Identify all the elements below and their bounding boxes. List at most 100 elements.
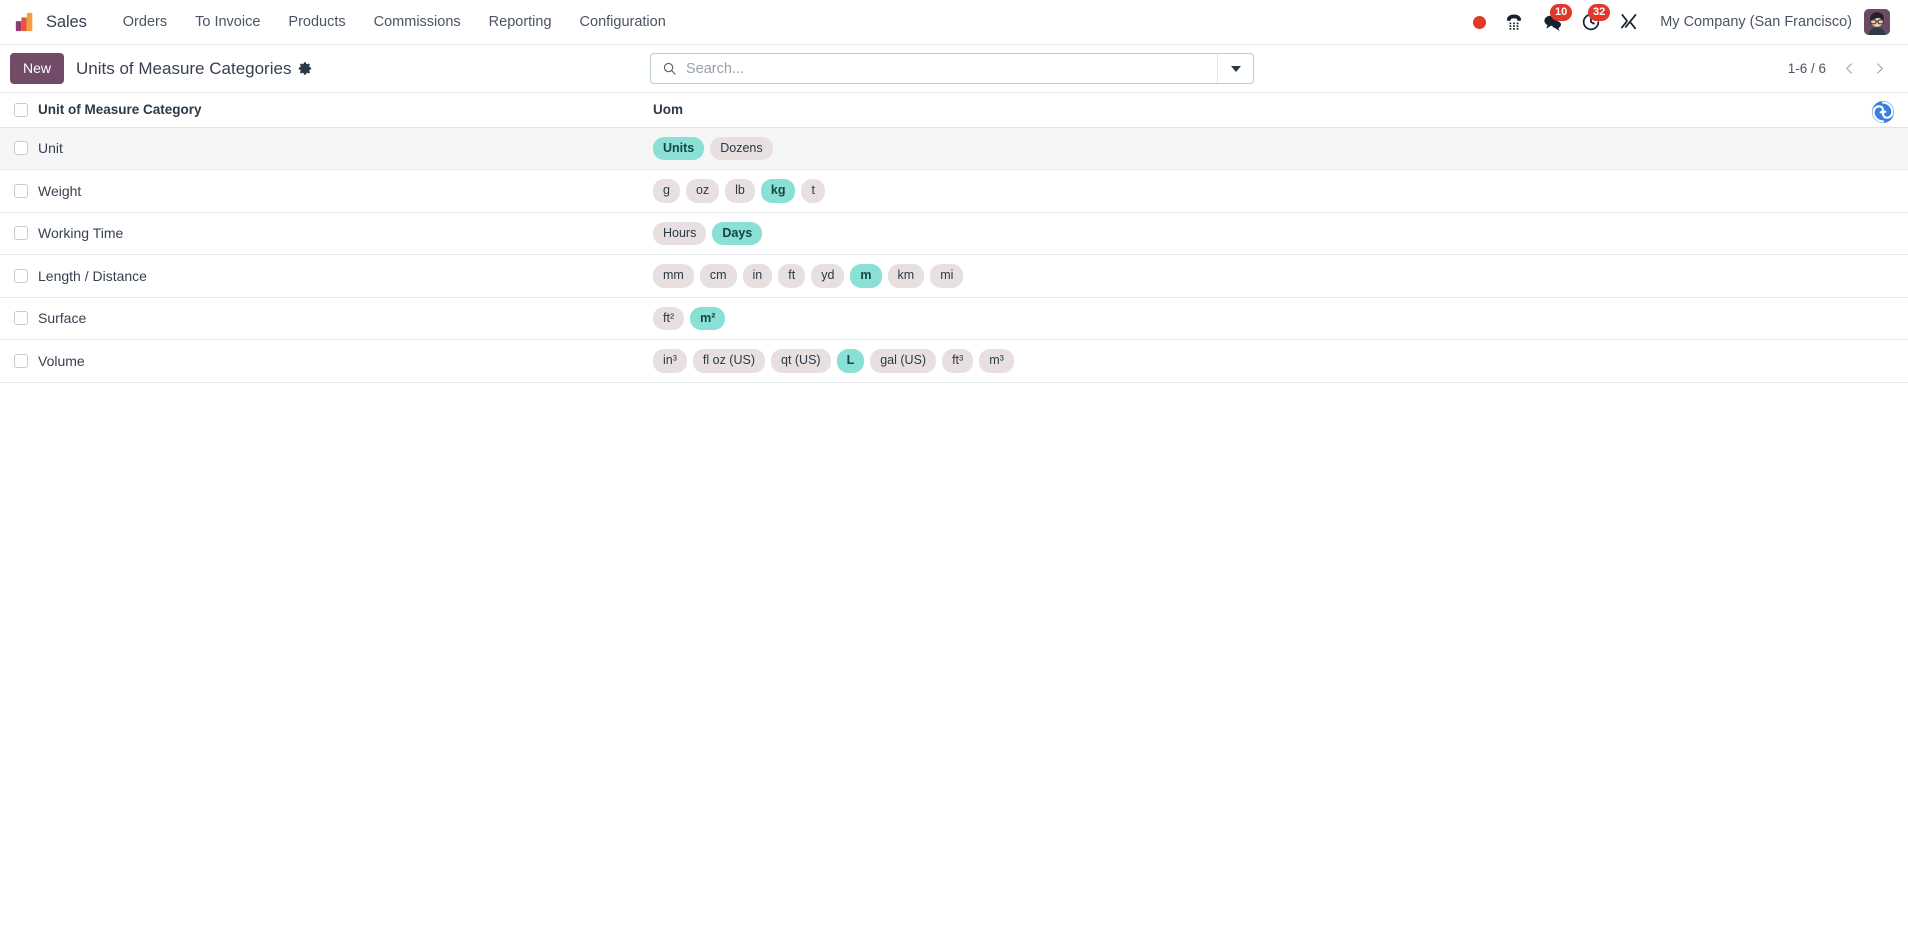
- menu-item-orders[interactable]: Orders: [109, 0, 181, 44]
- select-all-header: [0, 93, 38, 128]
- chevron-down-icon: [1230, 65, 1241, 72]
- uom-tag-list: ft² m²: [653, 306, 1908, 330]
- search-dropdown-toggle[interactable]: [1217, 54, 1253, 83]
- activities-button[interactable]: 32: [1572, 0, 1611, 44]
- row-checkbox[interactable]: [14, 268, 28, 283]
- uom-tag[interactable]: gal (US): [870, 349, 937, 373]
- company-switcher[interactable]: My Company (San Francisco): [1648, 0, 1862, 44]
- row-checkbox[interactable]: [14, 353, 28, 368]
- row-select-cell: [0, 127, 38, 170]
- header-row: Unit of Measure Category Uom: [0, 93, 1908, 128]
- uom-tag[interactable]: ft²: [653, 306, 685, 330]
- control-panel: New Units of Measure Categories 1-6 / 6: [0, 45, 1908, 93]
- uom-tag[interactable]: cm: [699, 264, 737, 288]
- cell-uom-tags: mm cm in ft yd m km mi: [653, 254, 1908, 298]
- uom-tag[interactable]: in: [742, 264, 773, 288]
- recording-indicator[interactable]: [1464, 0, 1495, 44]
- uom-tag[interactable]: m²: [690, 306, 726, 330]
- menu-item-to-invoice[interactable]: To Invoice: [181, 0, 274, 44]
- column-header-name[interactable]: Unit of Measure Category: [38, 93, 653, 128]
- table-row[interactable]: Length / Distance mm cm in ft yd m km mi: [0, 254, 1908, 298]
- pager-value[interactable]: 1-6 / 6: [1788, 61, 1834, 76]
- systray: 10 32 My Company (San Francisco): [1464, 0, 1894, 44]
- table-body: Unit Units Dozens Weight g oz lb kg t Wo…: [0, 127, 1908, 383]
- page-title: Units of Measure Categories: [76, 58, 292, 78]
- top-navbar: Sales Orders To Invoice Products Commiss…: [0, 0, 1908, 45]
- uom-tag[interactable]: L: [836, 349, 865, 373]
- uom-tag[interactable]: ft: [778, 264, 806, 288]
- cell-uom-tags: Hours Days: [653, 212, 1908, 255]
- uom-tag[interactable]: Hours: [653, 221, 707, 245]
- uom-tag[interactable]: mm: [653, 264, 694, 288]
- debug-menu-button[interactable]: [1610, 0, 1648, 44]
- cell-uom-tags: ft² m²: [653, 297, 1908, 340]
- brand-name: Sales: [46, 12, 87, 31]
- cell-uom-tags: Units Dozens: [653, 127, 1908, 170]
- select-all-checkbox[interactable]: [14, 102, 28, 117]
- app-brand[interactable]: Sales: [10, 0, 95, 44]
- table-row[interactable]: Volume in³ fl oz (US) qt (US) L gal (US)…: [0, 339, 1908, 383]
- cell-category-name: Working Time: [38, 212, 653, 255]
- row-select-cell: [0, 212, 38, 255]
- uom-tag[interactable]: km: [887, 264, 925, 288]
- uom-tag-list: mm cm in ft yd m km mi: [653, 264, 1908, 288]
- row-checkbox[interactable]: [14, 183, 28, 198]
- table-row[interactable]: Surface ft² m²: [0, 297, 1908, 340]
- menu-item-products[interactable]: Products: [274, 0, 359, 44]
- records-table: Unit of Measure Category Uom Unit Units …: [0, 93, 1908, 383]
- column-header-uom[interactable]: Uom: [653, 93, 1908, 128]
- table-row[interactable]: Unit Units Dozens: [0, 127, 1908, 170]
- uom-tag[interactable]: fl oz (US): [692, 349, 765, 373]
- row-select-cell: [0, 297, 38, 340]
- uom-tag[interactable]: in³: [653, 349, 687, 373]
- uom-tag[interactable]: Units: [653, 136, 705, 160]
- row-select-cell: [0, 169, 38, 213]
- search-input[interactable]: [686, 54, 1217, 83]
- menu-item-commissions[interactable]: Commissions: [360, 0, 475, 44]
- menu-item-configuration[interactable]: Configuration: [566, 0, 680, 44]
- uom-tag-list: Hours Days: [653, 221, 1908, 245]
- wrench-debug-icon: [1621, 14, 1637, 30]
- uom-tag-list: g oz lb kg t: [653, 179, 1908, 203]
- pager-previous-button[interactable]: [1834, 55, 1864, 83]
- row-checkbox[interactable]: [14, 226, 28, 241]
- uom-tag-list: in³ fl oz (US) qt (US) L gal (US) ft³ m³: [653, 349, 1908, 373]
- gear-icon[interactable]: [298, 61, 313, 76]
- uom-tag[interactable]: g: [653, 179, 680, 203]
- pager-next-button[interactable]: [1864, 55, 1894, 83]
- row-checkbox[interactable]: [14, 311, 28, 326]
- messages-button[interactable]: 10: [1533, 0, 1573, 44]
- uom-tag[interactable]: qt (US): [771, 349, 831, 373]
- uom-tag[interactable]: oz: [685, 179, 720, 203]
- cell-category-name: Unit: [38, 127, 653, 170]
- uom-tag[interactable]: ft³: [942, 349, 974, 373]
- spiral-logo-icon[interactable]: [1868, 97, 1898, 127]
- menu-item-reporting[interactable]: Reporting: [475, 0, 566, 44]
- voip-phone-button[interactable]: [1495, 0, 1533, 44]
- uom-tag[interactable]: mi: [930, 264, 964, 288]
- table-row[interactable]: Working Time Hours Days: [0, 212, 1908, 255]
- row-select-cell: [0, 339, 38, 383]
- cell-category-name: Length / Distance: [38, 254, 653, 298]
- table-row[interactable]: Weight g oz lb kg t: [0, 169, 1908, 213]
- user-avatar[interactable]: [1864, 9, 1890, 35]
- uom-tag[interactable]: yd: [811, 264, 845, 288]
- new-button[interactable]: New: [10, 52, 65, 85]
- cell-uom-tags: g oz lb kg t: [653, 169, 1908, 213]
- uom-tag[interactable]: m: [850, 264, 882, 288]
- uom-tag-list: Units Dozens: [653, 136, 1908, 160]
- uom-tag[interactable]: kg: [760, 179, 796, 203]
- row-checkbox[interactable]: [14, 141, 28, 156]
- breadcrumb: Units of Measure Categories: [76, 59, 313, 79]
- cell-category-name: Weight: [38, 169, 653, 213]
- uom-tag[interactable]: t: [801, 179, 825, 203]
- uom-tag[interactable]: lb: [725, 179, 755, 203]
- uom-tag[interactable]: Days: [712, 221, 763, 245]
- cell-category-name: Volume: [38, 339, 653, 383]
- list-view: Unit of Measure Category Uom Unit Units …: [0, 93, 1908, 935]
- uom-tag[interactable]: m³: [979, 349, 1014, 373]
- cell-uom-tags: in³ fl oz (US) qt (US) L gal (US) ft³ m³: [653, 339, 1908, 383]
- uom-tag[interactable]: Dozens: [710, 136, 773, 160]
- table-header: Unit of Measure Category Uom: [0, 93, 1908, 128]
- record-dot-icon: [1473, 15, 1487, 29]
